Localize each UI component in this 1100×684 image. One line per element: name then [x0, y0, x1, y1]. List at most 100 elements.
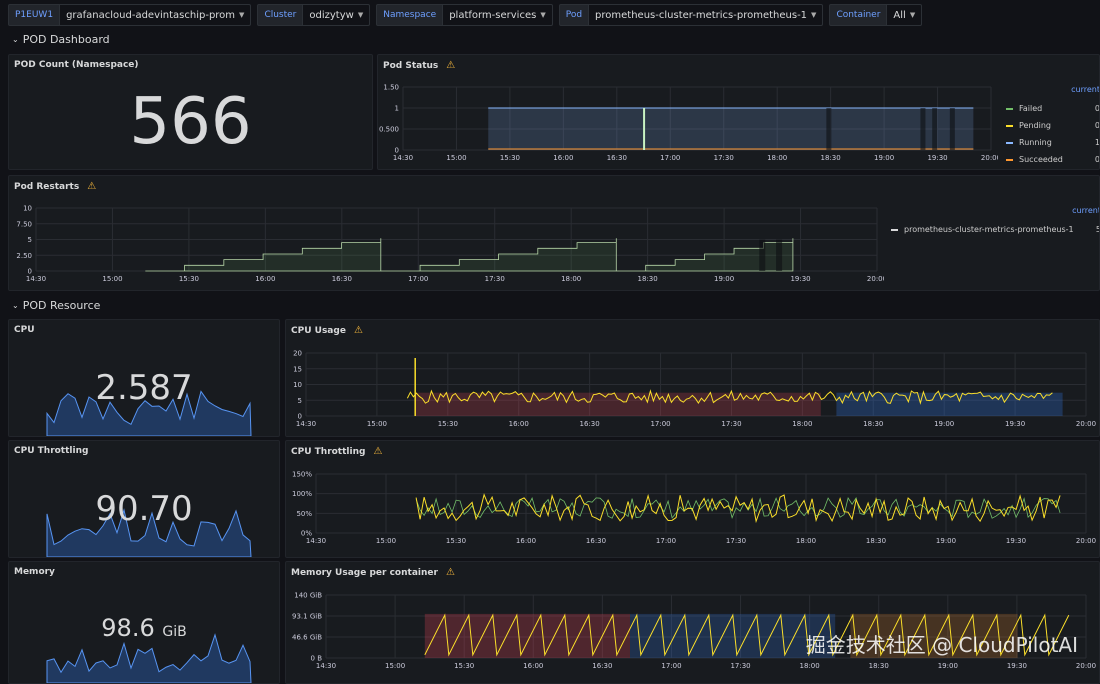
- stat-value: 90.70: [95, 489, 193, 529]
- x-tick-label: 19:00: [714, 275, 734, 283]
- panel-memory-usage[interactable]: Memory Usage per container ⚠ 140 GiB 93.1 …: [285, 561, 1100, 684]
- x-tick-label: 15:30: [454, 662, 474, 670]
- x-tick-label: 20:00: [1076, 420, 1096, 428]
- var-namespace[interactable]: Namespace platform-services ▼: [376, 4, 553, 26]
- legend-item[interactable]: Failed 0: [1006, 100, 1099, 117]
- legend-header: current: [1072, 206, 1100, 215]
- chevron-down-icon: ▼: [540, 11, 546, 19]
- legend-name: Failed: [1019, 104, 1043, 113]
- dashboard: P1EUW1 grafanacloud-adevintaschip-prom ▼ …: [0, 0, 1100, 684]
- y-tick-label: 1.50: [383, 84, 399, 92]
- x-tick-label: 18:30: [866, 537, 886, 545]
- x-tick-label: 16:00: [516, 537, 536, 545]
- var-label: Pod: [558, 4, 590, 26]
- var-select-namespace[interactable]: platform-services ▼: [443, 4, 553, 26]
- legend-swatch: [1006, 141, 1013, 144]
- panel-title-text: POD Count (Namespace): [14, 60, 139, 70]
- y-tick-label: 10: [23, 205, 32, 213]
- restart-area: [616, 238, 794, 272]
- stat-unit: GiB: [162, 624, 187, 640]
- panel-cpu-throttling[interactable]: CPU Throttling ⚠ 150% 100% 50% 0% 14:30 15:00 1…: [285, 440, 1100, 558]
- x-tick-label: 15:00: [367, 420, 387, 428]
- gap: [759, 239, 766, 271]
- y-tick-label: 46.6 GiB: [292, 634, 322, 642]
- x-tick-label: 16:30: [607, 154, 627, 162]
- legend-item[interactable]: Running 1: [1006, 134, 1100, 151]
- x-tick-label: 20:00: [981, 154, 998, 162]
- gap: [826, 108, 832, 150]
- stat-number: 98.6: [101, 614, 155, 642]
- legend-item[interactable]: prometheus-cluster-metrics-prometheus-1 5: [891, 221, 1099, 238]
- var-value: All: [893, 9, 906, 21]
- var-value: odizytyw: [309, 9, 354, 21]
- legend-item[interactable]: Succeeded 0: [1006, 151, 1099, 168]
- panel-cpu[interactable]: CPU 2.587: [8, 319, 280, 437]
- variable-bar: P1EUW1 grafanacloud-adevintaschip-prom ▼ …: [8, 4, 923, 26]
- gap: [932, 108, 938, 150]
- x-tick-label: 18:00: [796, 537, 816, 545]
- x-tick-label: 19:00: [934, 420, 954, 428]
- x-tick-label: 14:30: [306, 537, 326, 545]
- y-tick-label: 20: [293, 350, 302, 358]
- legend-name: Running: [1019, 138, 1052, 147]
- x-tick-label: 17:00: [408, 275, 428, 283]
- y-tick-label: 2.50: [16, 252, 32, 260]
- panel-memory[interactable]: Memory 98.6 GiB: [8, 561, 280, 684]
- var-pod[interactable]: Pod prometheus-cluster-metrics-prometheu…: [558, 4, 824, 26]
- x-tick-label: 19:00: [938, 662, 958, 670]
- y-tick-label: 100%: [292, 490, 312, 498]
- status-area: [488, 108, 974, 150]
- legend-header: current: [1071, 85, 1100, 94]
- row-pod-resource[interactable]: ⌄ POD Resource: [12, 299, 100, 312]
- y-tick-label: 50%: [296, 510, 312, 518]
- var-select-pod[interactable]: prometheus-cluster-metrics-prometheus-1 ▼: [589, 4, 824, 26]
- panel-pod-status[interactable]: Pod Status ⚠ 1.50 1 0.500 0 14:30 15:00 15:30 16…: [377, 54, 1100, 170]
- x-tick-label: 17:30: [714, 154, 734, 162]
- pod-status-chart: 1.5010.500014:30 15:00 15:30 16:00 16:30 17:0…: [379, 84, 998, 163]
- y-tick-label: 93.1 GiB: [292, 613, 322, 621]
- x-tick-label: 17:30: [721, 420, 741, 428]
- var-cluster[interactable]: Cluster odizytyw ▼: [257, 4, 371, 26]
- panel-pod-count[interactable]: POD Count (Namespace) 566: [8, 54, 373, 170]
- x-tick-label: 14:30: [296, 420, 316, 428]
- y-tick-label: 140 GiB: [294, 592, 322, 600]
- memory-usage-chart: 140 GiB93.1 GiB46.6 GiB0 B14:30 15:00 15:3…: [292, 592, 1096, 671]
- watermark: 掘金技术社区 @ CloudPilotAI: [805, 633, 1078, 657]
- var-container[interactable]: Container All ▼: [829, 4, 923, 26]
- x-tick-label: 16:30: [580, 420, 600, 428]
- var-select-cluster[interactable]: odizytyw ▼: [303, 4, 371, 26]
- legend-item[interactable]: Pending 0: [1006, 117, 1100, 134]
- var-label: Container: [829, 4, 888, 26]
- var-value: grafanacloud-adevintaschip-prom: [66, 9, 236, 21]
- var-select-datasource[interactable]: grafanacloud-adevintaschip-prom ▼: [60, 4, 252, 26]
- stat-value: 98.6 GiB: [9, 614, 279, 642]
- panel-pod-restarts[interactable]: Pod Restarts ⚠ 10 7.50 5 2.50 0 14:30 15:00 15:3…: [8, 175, 1100, 291]
- x-tick-label: 20:00: [867, 275, 884, 283]
- legend-name: prometheus-cluster-metrics-prometheus-1: [904, 225, 1074, 234]
- x-tick-label: 14:30: [393, 154, 413, 162]
- x-tick-label: 18:00: [767, 154, 787, 162]
- x-tick-label: 17:00: [656, 537, 676, 545]
- x-tick-label: 16:30: [332, 275, 352, 283]
- var-select-container[interactable]: All ▼: [887, 4, 923, 26]
- x-tick-label: 18:30: [863, 420, 883, 428]
- stat-value: 566: [129, 85, 252, 159]
- x-tick-label: 15:00: [102, 275, 122, 283]
- cpu-usage-chart: 2015105014:30 15:00 15:30 16:00 16:30 17:00 17…: [293, 350, 1096, 429]
- legend-value: 0: [1094, 121, 1100, 130]
- panel-cpu-usage[interactable]: CPU Usage ⚠ 20 15 10 5 0 14:30 15:00 15:30 16:00 1…: [285, 319, 1100, 437]
- x-tick-label: 19:30: [927, 154, 947, 162]
- panel-cpu-throttling-stat[interactable]: CPU Throttling 90.70: [8, 440, 280, 558]
- var-datasource[interactable]: P1EUW1 grafanacloud-adevintaschip-prom ▼: [8, 4, 252, 26]
- row-pod-dashboard[interactable]: ⌄ POD Dashboard: [12, 33, 110, 46]
- x-tick-label: 19:00: [874, 154, 894, 162]
- chevron-down-icon: ▼: [811, 11, 817, 19]
- x-tick-label: 16:30: [586, 537, 606, 545]
- x-tick-label: 17:30: [730, 662, 750, 670]
- legend-swatch: [1006, 158, 1013, 161]
- x-tick-label: 14:30: [316, 662, 336, 670]
- x-tick-label: 16:00: [553, 154, 573, 162]
- x-tick-label: 16:00: [523, 662, 543, 670]
- restart-area: [380, 238, 617, 272]
- legend-value: 1: [1094, 138, 1100, 147]
